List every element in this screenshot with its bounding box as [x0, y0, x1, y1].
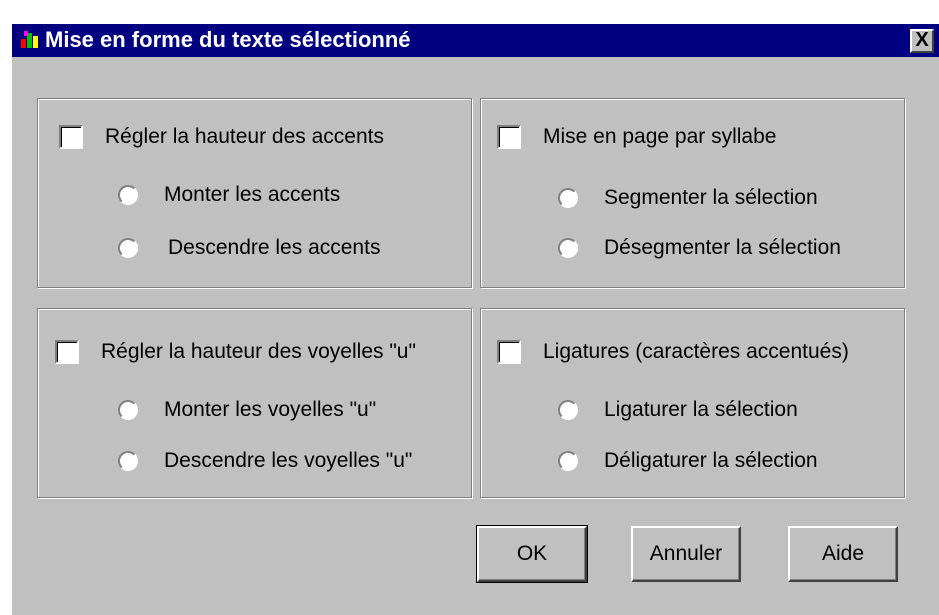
unligate-selection-radio[interactable]	[558, 451, 578, 471]
syllable-layout-label: Mise en page par syllabe	[543, 125, 777, 148]
syllable-layout-checkbox[interactable]	[497, 125, 521, 149]
help-button[interactable]: Aide	[788, 526, 898, 582]
ligate-selection-radio[interactable]	[558, 400, 578, 420]
ligatures-label: Ligatures (caractères accentués)	[543, 340, 849, 363]
lower-vowels-label: Descendre les voyelles "u"	[164, 449, 413, 472]
segment-selection-label: Segmenter la sélection	[604, 186, 818, 209]
lower-accents-label: Descendre les accents	[168, 236, 381, 259]
close-icon: X	[915, 29, 929, 51]
ligate-selection-label: Ligaturer la sélection	[604, 398, 798, 421]
accent-height-checkbox[interactable]	[59, 125, 83, 149]
dialog-window: Mise en forme du texte sélectionné X Rég…	[12, 24, 939, 615]
raise-accents-label: Monter les accents	[164, 183, 341, 206]
raise-vowels-label: Monter les voyelles "u"	[164, 398, 377, 421]
app-icon	[21, 31, 38, 48]
window-title: Mise en forme du texte sélectionné	[45, 27, 411, 52]
accent-height-label: Régler la hauteur des accents	[105, 125, 384, 148]
segment-selection-radio[interactable]	[558, 188, 578, 208]
lower-vowels-radio[interactable]	[118, 451, 138, 471]
raise-vowels-radio[interactable]	[118, 400, 138, 420]
vowel-height-checkbox[interactable]	[55, 340, 79, 364]
unligate-selection-label: Déligaturer la sélection	[604, 449, 818, 472]
unsegment-selection-label: Désegmenter la sélection	[604, 236, 841, 259]
vowel-height-label: Régler la hauteur des voyelles "u"	[101, 340, 416, 363]
close-button[interactable]: X	[910, 29, 934, 53]
cancel-button[interactable]: Annuler	[631, 526, 741, 582]
lower-accents-radio[interactable]	[118, 238, 138, 258]
ok-button[interactable]: OK	[476, 525, 588, 583]
ligatures-checkbox[interactable]	[497, 340, 521, 364]
raise-accents-radio[interactable]	[118, 185, 138, 205]
unsegment-selection-radio[interactable]	[558, 238, 578, 258]
title-bar[interactable]: Mise en forme du texte sélectionné X	[12, 24, 939, 57]
